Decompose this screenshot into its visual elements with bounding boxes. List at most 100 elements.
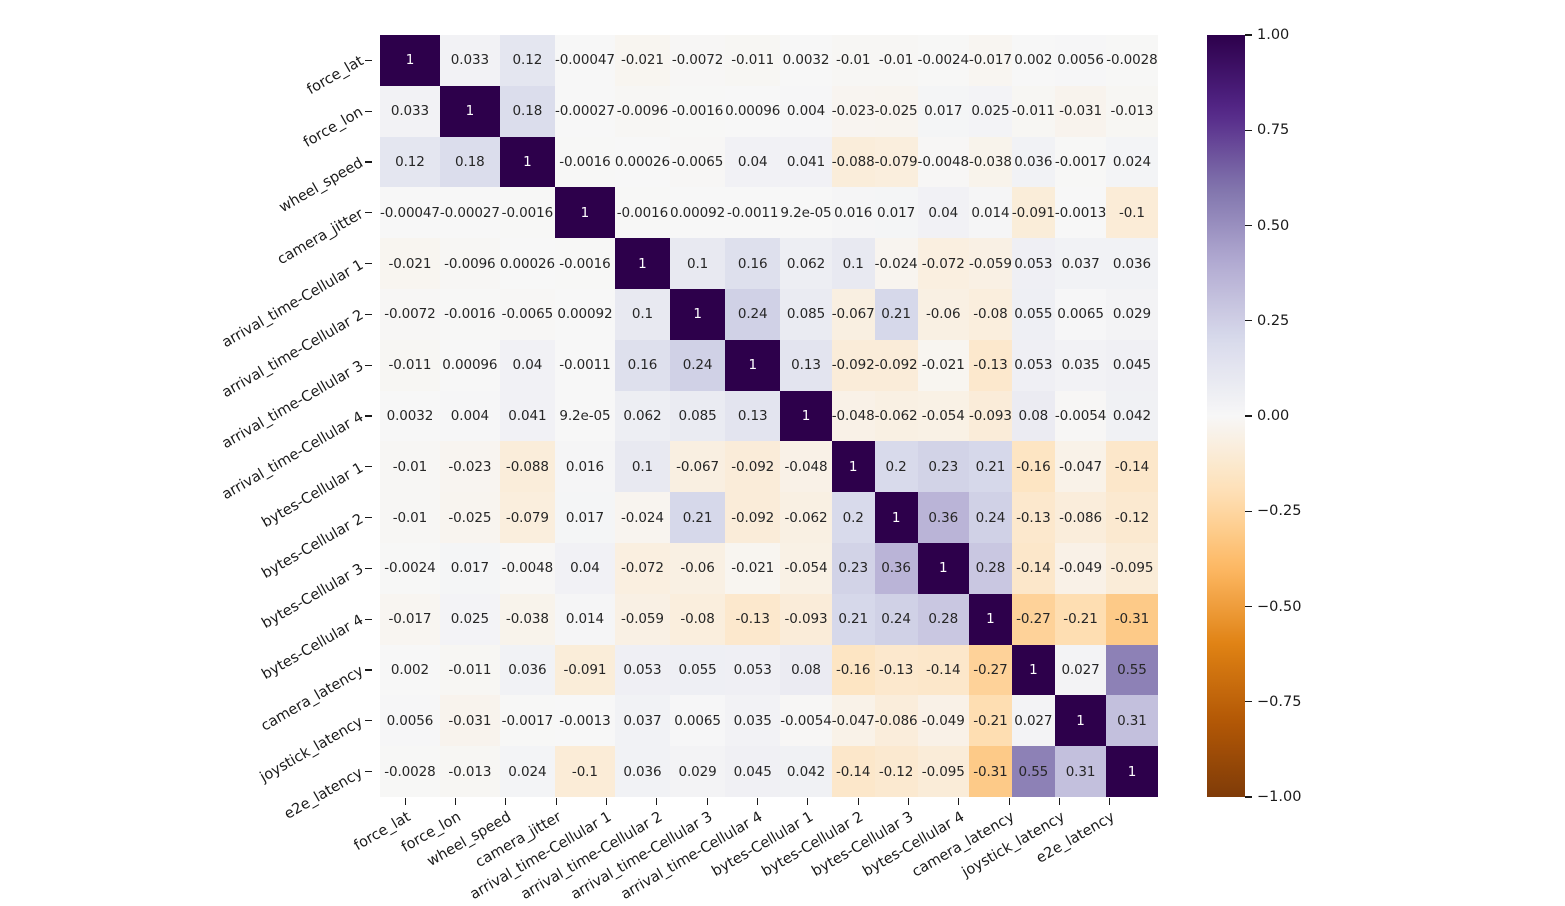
- heatmap-cell: -0.025: [874, 85, 918, 137]
- heatmap-cell: 0.041: [780, 136, 832, 188]
- heatmap-cell: 0.24: [968, 492, 1012, 543]
- heatmap-cell: -0.021: [725, 542, 781, 594]
- heatmap-cell: -0.31: [1106, 593, 1158, 645]
- y-tick-mark: [365, 313, 372, 316]
- heatmap-cell: 0.025: [968, 85, 1012, 137]
- y-tick-mark: [365, 466, 372, 468]
- colorbar-tick-label: 1.00: [1257, 27, 1290, 43]
- heatmap-cell: -0.21: [1054, 593, 1107, 645]
- heatmap-cell: 0.029: [1106, 288, 1158, 340]
- heatmap-cell: -0.0065: [670, 136, 726, 188]
- heatmap-cell: -0.00027: [554, 85, 615, 137]
- heatmap-cell: -0.038: [499, 593, 555, 645]
- heatmap-cell: 0.24: [670, 339, 726, 391]
- colorbar-tick-mark: [1245, 605, 1252, 608]
- heatmap-grid: 1 0.033 0.12 -0.00047 -0.021 -0.0072 -0.011 0.0…: [380, 35, 1158, 797]
- heatmap-cell: 0.1: [670, 238, 726, 289]
- heatmap-cell: -0.091: [1011, 187, 1055, 239]
- heatmap-cell: 0.24: [874, 593, 918, 645]
- heatmap-cell: -0.13: [725, 593, 781, 645]
- heatmap-cell: 0.04: [917, 187, 969, 239]
- heatmap-cell: 0.18: [439, 136, 500, 188]
- heatmap-cell: -0.08: [670, 593, 726, 645]
- heatmap-cell: -0.023: [439, 441, 500, 493]
- heatmap-cell: -0.024: [874, 238, 918, 289]
- heatmap-cell: -0.0048: [917, 136, 969, 188]
- heatmap-cell: -0.14: [1011, 542, 1055, 594]
- heatmap-cell: 9.2e-05: [780, 187, 832, 239]
- heatmap-cell: 9.2e-05: [554, 390, 615, 442]
- heatmap-cell: 0.062: [614, 390, 670, 442]
- heatmap-cell: -0.14: [831, 746, 875, 797]
- heatmap-cell: -0.0017: [1054, 136, 1106, 188]
- heatmap-cell: -0.00047: [554, 35, 615, 86]
- heatmap-cell: 0.2: [874, 441, 918, 493]
- heatmap-cell: 0.035: [725, 695, 781, 747]
- colorbar-tick-label: 0.25: [1257, 312, 1290, 329]
- heatmap-cell: 0.024: [499, 746, 555, 797]
- y-tick-mark: [365, 567, 372, 570]
- heatmap-cell: -0.049: [1054, 542, 1107, 594]
- heatmap-cell: -0.13: [968, 339, 1012, 391]
- heatmap-cell: 0.036: [1106, 238, 1158, 289]
- heatmap-cell: 0.00092: [554, 288, 615, 340]
- colorbar-tick-mark: [1245, 510, 1252, 512]
- heatmap-cell: -0.0016: [554, 136, 615, 188]
- heatmap-cell: 0.08: [780, 644, 832, 696]
- heatmap-cell: -0.1: [554, 746, 615, 797]
- heatmap-cell: -0.14: [917, 644, 969, 696]
- heatmap-cell: 0.16: [614, 339, 670, 391]
- y-tick-mark: [365, 415, 372, 417]
- heatmap-cell: 0.017: [917, 85, 969, 137]
- heatmap-cell: -0.06: [917, 288, 969, 340]
- heatmap-cell: 0.21: [968, 441, 1012, 493]
- heatmap-cell: 0.0032: [780, 35, 832, 86]
- heatmap-cell: 0.00096: [439, 339, 500, 391]
- y-tick-mark: [365, 110, 372, 112]
- heatmap-cell: -0.093: [780, 593, 832, 645]
- colorbar-tick-mark: [1245, 701, 1252, 703]
- heatmap-cell: -0.092: [831, 339, 875, 391]
- colorbar: 1.00 0.75 0.50 0.25 0.00 −0.25 −0.50 −0.75 −1.00: [1207, 27, 1301, 805]
- x-tick-mark: [807, 798, 809, 805]
- heatmap-cell: -0.088: [831, 136, 875, 188]
- heatmap-cell: -0.049: [917, 695, 969, 747]
- heatmap-cell: -0.011: [439, 644, 500, 696]
- heatmap-cell: -0.017: [380, 593, 440, 645]
- y-tick-label-text: arrival_time-Cellular 1: [219, 256, 366, 351]
- heatmap-cell: 0.004: [780, 85, 832, 137]
- heatmap-cell: -0.095: [917, 746, 969, 797]
- x-tick-mark: [958, 798, 960, 805]
- heatmap-cell: 0.21: [670, 492, 726, 543]
- heatmap-cell: -0.011: [1011, 85, 1055, 137]
- heatmap-cell: 0.0056: [380, 695, 440, 747]
- heatmap-cell: -0.0013: [1054, 187, 1106, 239]
- heatmap-cell: -0.059: [968, 238, 1012, 289]
- heatmap-cell: 0.016: [831, 187, 875, 239]
- heatmap-cell: 0.0032: [380, 390, 440, 442]
- heatmap-cell: -0.31: [968, 746, 1012, 797]
- heatmap-cell: -0.0054: [1054, 390, 1106, 442]
- heatmap-cell: 0.00026: [614, 136, 670, 188]
- heatmap-cell: 0.017: [874, 187, 918, 239]
- heatmap-cell: 0.31: [1054, 746, 1107, 797]
- heatmap-cell: -0.072: [917, 238, 969, 289]
- heatmap-cell: -0.054: [780, 542, 832, 594]
- heatmap-cell: -0.023: [831, 85, 875, 137]
- colorbar-tick-label: 0.75: [1257, 122, 1290, 139]
- heatmap-cell: -0.00027: [439, 187, 500, 239]
- x-tick-mark: [706, 798, 708, 805]
- heatmap-cell: -0.047: [831, 695, 875, 747]
- heatmap-cell: -0.067: [831, 288, 875, 340]
- x-tick-mark: [1109, 798, 1111, 805]
- heatmap-cell: -0.048: [780, 441, 832, 493]
- heatmap-cell: 0.0056: [1054, 35, 1107, 86]
- heatmap-cell: -0.0016: [554, 238, 615, 289]
- colorbar-tick-label: 0.00: [1257, 408, 1290, 424]
- heatmap-cell: 0.18: [499, 85, 555, 137]
- heatmap-cell: 0.027: [1054, 644, 1107, 696]
- heatmap-cell: -0.062: [874, 390, 918, 442]
- heatmap-cell: -0.0011: [554, 339, 615, 391]
- y-tick-label-text: camera_jitter: [274, 205, 366, 268]
- heatmap-cell: -0.013: [439, 746, 500, 797]
